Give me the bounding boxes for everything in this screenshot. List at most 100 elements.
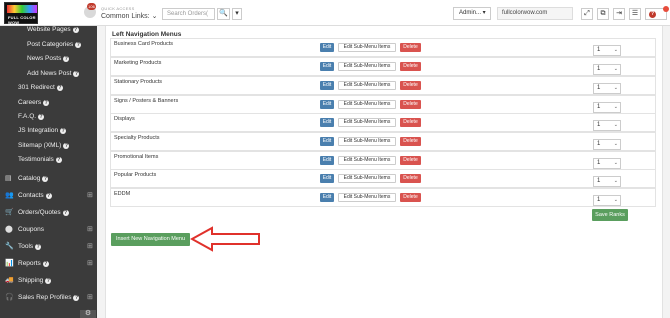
rank-select[interactable]: 1 ⌄: [593, 64, 621, 75]
search-orders-input[interactable]: Search Orders(: [162, 8, 215, 20]
delete-button[interactable]: Delete: [400, 43, 421, 52]
sidebar-item-news-posts[interactable]: News Posts?: [0, 52, 97, 66]
save-ranks-button[interactable]: Save Ranks: [592, 209, 628, 221]
edit-button[interactable]: Edit: [320, 118, 334, 127]
edit-button[interactable]: Edit: [320, 81, 334, 90]
sidebar-item-label: JS Integration: [18, 127, 59, 134]
menu-name: Specialty Products: [114, 135, 160, 141]
rank-select[interactable]: 1 ⌄: [593, 120, 621, 131]
rank-select[interactable]: 1 ⌄: [593, 158, 621, 169]
sidebar-item-coupons[interactable]: ⬤ Coupons ⊞: [0, 223, 97, 237]
delete-button[interactable]: Delete: [400, 174, 421, 183]
sidebar-item-js-integration[interactable]: JS Integration?: [0, 124, 97, 138]
edit-sub-menu-button[interactable]: Edit Sub-Menu Items: [338, 137, 396, 146]
rank-select[interactable]: 1 ⌄: [593, 83, 621, 94]
menu-icon[interactable]: ☰: [629, 8, 641, 20]
help-icon: ?: [56, 85, 63, 91]
rank-select[interactable]: 1 ⌄: [593, 195, 621, 206]
page-title: Left Navigation Menus: [112, 31, 182, 38]
sidebar-item-tools[interactable]: 🔧 Tools? ⊞: [0, 240, 97, 254]
cart-icon: 🛒: [5, 209, 14, 216]
sidebar-item-contacts[interactable]: 👥 Contacts? ⊞: [0, 189, 97, 203]
external-link-icon[interactable]: ⧉: [597, 8, 609, 20]
common-links-dropdown[interactable]: Common Links: ⌄: [101, 12, 157, 20]
edit-button[interactable]: Edit: [320, 43, 334, 52]
rank-select[interactable]: 1 ⌄: [593, 102, 621, 113]
edit-button[interactable]: Edit: [320, 137, 334, 146]
sidebar-item-label: Sitemap (XML): [18, 142, 62, 149]
sidebar-item-testimonials[interactable]: Testimonials?: [0, 153, 97, 167]
sidebar-item-add-news-post[interactable]: Add News Post?: [0, 67, 97, 81]
edit-sub-menu-button[interactable]: Edit Sub-Menu Items: [338, 118, 396, 127]
delete-button[interactable]: Delete: [400, 118, 421, 127]
chart-icon: 📊: [5, 260, 14, 267]
search-options-caret-icon[interactable]: ▾: [232, 8, 242, 20]
sidebar-item-orders-quotes[interactable]: 🛒 Orders/Quotes?: [0, 206, 97, 220]
edit-button[interactable]: Edit: [320, 193, 334, 202]
sidebar-item-label: Post Categories: [27, 41, 74, 48]
rank-value: 1: [597, 104, 601, 110]
sidebar-item-sales-rep-profiles[interactable]: 🎧 Sales Rep Profiles? ⊞: [0, 291, 97, 305]
edit-sub-menu-button[interactable]: Edit Sub-Menu Items: [338, 100, 396, 109]
menu-name: Signs / Posters & Banners: [114, 98, 179, 104]
edit-sub-menu-button[interactable]: Edit Sub-Menu Items: [338, 193, 396, 202]
notification-badge: 106: [87, 3, 96, 10]
expand-icon[interactable]: ⊞: [87, 189, 93, 203]
expand-icon[interactable]: ⊞: [87, 257, 93, 271]
sidebar-item-website-pages[interactable]: Website Pages?: [0, 23, 97, 37]
expand-icon[interactable]: ⊞: [87, 291, 93, 305]
chevron-down-icon: ⌄: [613, 66, 618, 72]
chevron-down-icon: ⌄: [613, 197, 618, 203]
edit-sub-menu-button[interactable]: Edit Sub-Menu Items: [338, 43, 396, 52]
edit-button[interactable]: Edit: [320, 62, 334, 71]
edit-sub-menu-button[interactable]: Edit Sub-Menu Items: [338, 81, 396, 90]
sidebar-item-label: Sales Rep Profiles: [18, 294, 72, 301]
chevron-down-icon: ⌄: [613, 122, 618, 128]
sidebar-item-label: Reports: [18, 260, 41, 267]
sidebar-item-catalog[interactable]: ▤ Catalog?: [0, 172, 97, 186]
sidebar-item-label: Catalog: [18, 175, 41, 182]
contacts-icon: 👥: [5, 192, 14, 199]
edit-button[interactable]: Edit: [320, 156, 334, 165]
expand-icon[interactable]: ⊞: [87, 223, 93, 237]
delete-button[interactable]: Delete: [400, 62, 421, 71]
insert-navigation-menu-button[interactable]: Insert New Navigation Menu: [111, 233, 190, 246]
site-logo[interactable]: FULL COLOR WOW: [4, 2, 38, 25]
edit-button[interactable]: Edit: [320, 174, 334, 183]
sidebar-item-faq[interactable]: F.A.Q.?: [0, 110, 97, 124]
rank-select[interactable]: 1 ⌄: [593, 139, 621, 150]
rank-select[interactable]: 1 ⌄: [593, 45, 621, 56]
delete-button[interactable]: Delete: [400, 137, 421, 146]
edit-sub-menu-button[interactable]: Edit Sub-Menu Items: [338, 62, 396, 71]
delete-button[interactable]: Delete: [400, 193, 421, 202]
help-menu[interactable]: ?: [645, 6, 669, 20]
edit-sub-menu-button[interactable]: Edit Sub-Menu Items: [338, 174, 396, 183]
help-icon: ?: [35, 244, 42, 250]
sidebar-item-sitemap[interactable]: Sitemap (XML)?: [0, 139, 97, 153]
rank-value: 1: [597, 197, 601, 203]
truck-icon: 🚚: [5, 277, 14, 284]
sidebar-item-post-categories[interactable]: Post Categories?: [0, 38, 97, 52]
rank-select[interactable]: 1 ⌄: [593, 176, 621, 187]
settings-gear-icon[interactable]: ⚙: [80, 310, 96, 318]
sidebar-item-reports[interactable]: 📊 Reports? ⊞: [0, 257, 97, 271]
search-icon[interactable]: 🔍: [217, 8, 230, 20]
logout-icon[interactable]: ⇥: [613, 8, 625, 20]
sidebar-item-301-redirect[interactable]: 301 Redirect?: [0, 81, 97, 95]
nav-menu-row: EDDM Edit Edit Sub-Menu Items Delete 1 ⌄: [110, 188, 656, 207]
admin-dropdown[interactable]: Admin... ▾: [453, 7, 491, 20]
expand-icon[interactable]: ⊞: [87, 240, 93, 254]
delete-button[interactable]: Delete: [400, 156, 421, 165]
delete-button[interactable]: Delete: [400, 100, 421, 109]
notifications-icon[interactable]: 106: [84, 3, 96, 18]
expand-icon[interactable]: ⤢: [581, 8, 593, 20]
headset-icon: 🎧: [5, 294, 14, 301]
chevron-down-icon: ⌄: [613, 104, 618, 110]
edit-sub-menu-button[interactable]: Edit Sub-Menu Items: [338, 156, 396, 165]
help-icon: ?: [73, 295, 80, 301]
chevron-down-icon: ⌄: [613, 178, 618, 184]
edit-button[interactable]: Edit: [320, 100, 334, 109]
sidebar-item-shipping[interactable]: 🚚 Shipping?: [0, 274, 97, 288]
delete-button[interactable]: Delete: [400, 81, 421, 90]
sidebar-item-careers[interactable]: Careers?: [0, 96, 97, 110]
